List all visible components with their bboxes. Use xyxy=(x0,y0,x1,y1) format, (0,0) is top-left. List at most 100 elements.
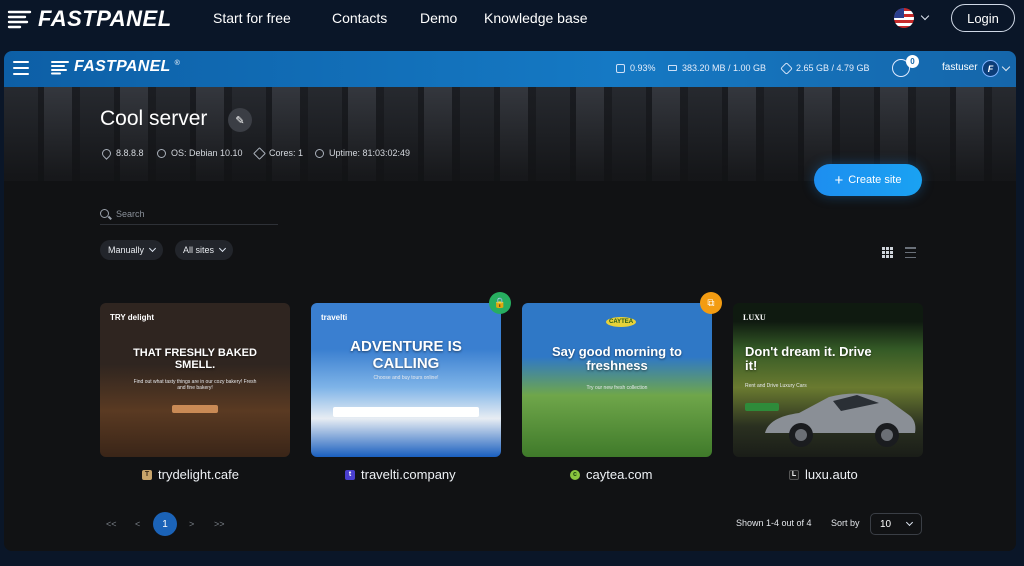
list-view-icon[interactable] xyxy=(905,247,916,258)
card-search-form xyxy=(333,407,479,417)
notification-count: 0 xyxy=(906,55,919,68)
us-flag-icon xyxy=(894,8,914,28)
copy-icon: ⧉ xyxy=(707,297,715,309)
lock-icon: 🔒 xyxy=(493,297,507,309)
username[interactable]: fastuser xyxy=(942,62,978,73)
card-headline: THAT FRESHLY BAKED SMELL. xyxy=(133,347,257,372)
site-favicon: T xyxy=(142,469,152,480)
card-cta-button xyxy=(172,405,218,413)
car-image xyxy=(765,393,916,447)
sort-mode-dropdown[interactable]: Manually xyxy=(100,240,164,260)
search-input[interactable] xyxy=(116,208,256,219)
site-favicon: t xyxy=(345,469,355,480)
server-uptime-value: Uptime: 81:03:02:49 xyxy=(329,148,411,158)
card-headline: Say good morning to freshness xyxy=(552,344,682,374)
server-os-value: OS: Debian 10.10 xyxy=(171,148,243,158)
prev-page-button[interactable]: < xyxy=(135,519,140,529)
site-scope-value: All sites xyxy=(183,245,215,255)
cpu-icon xyxy=(616,63,625,73)
panel-logo-text: FASTPANEL xyxy=(74,58,171,75)
edit-server-name-button[interactable]: ✎ xyxy=(228,108,252,132)
site-domain: luxu.auto xyxy=(805,467,858,482)
server-ip: 8.8.8.8 xyxy=(100,146,144,160)
card-brand: travelti xyxy=(321,313,348,322)
site-link-luxu[interactable]: L luxu.auto xyxy=(789,467,858,482)
notifications-button[interactable]: 0 xyxy=(892,55,919,79)
server-cores: Cores: 1 xyxy=(253,146,304,160)
last-page-button[interactable]: >> xyxy=(214,519,225,529)
site-header: FASTPANEL Start for free Contacts Demo K… xyxy=(0,0,1024,38)
create-site-label: Create site xyxy=(848,174,902,186)
card-headline: ADVENTURE IS CALLING xyxy=(350,338,462,372)
panel-window: FASTPANEL ® 0.93% 383.20 MB / 1.00 GB 2.… xyxy=(4,51,1016,551)
card-subtitle: Choose and buy tours online! xyxy=(373,375,439,381)
avatar[interactable]: F xyxy=(982,60,999,77)
card-subtitle: Find out what tasty things are in our co… xyxy=(133,379,257,391)
site-domain: caytea.com xyxy=(586,467,653,482)
clock-icon xyxy=(315,148,324,158)
site-favicon: L xyxy=(789,469,799,480)
sort-mode-value: Manually xyxy=(108,245,145,255)
grid-view-icon[interactable] xyxy=(882,247,893,258)
card-brand: CAYTEA xyxy=(606,317,637,327)
cpu-value: 0.93% xyxy=(630,63,656,73)
per-page-select[interactable]: 10 xyxy=(870,513,922,535)
chevron-down-icon[interactable] xyxy=(1001,62,1011,72)
pencil-icon: ✎ xyxy=(235,114,245,127)
server-uptime: Uptime: 81:03:02:49 xyxy=(315,148,410,158)
page-title: Cool server xyxy=(100,107,208,130)
results-count: Shown 1-4 out of 4 xyxy=(736,518,812,528)
site-link-trydelight[interactable]: T trydelight.cafe xyxy=(142,467,239,482)
language-selector[interactable] xyxy=(894,8,930,28)
card-brand: LUXU xyxy=(743,313,766,322)
ssl-lock-badge[interactable]: 🔒 xyxy=(489,292,511,314)
server-os: OS: Debian 10.10 xyxy=(157,148,243,158)
site-logo-text: FASTPANEL xyxy=(38,6,172,31)
card-brand: TRY delight xyxy=(110,313,154,322)
registered-mark: ® xyxy=(174,59,180,67)
create-site-button[interactable]: + Create site xyxy=(814,164,922,196)
site-domain: travelti.company xyxy=(361,467,456,482)
first-page-button[interactable]: << xyxy=(106,519,117,529)
disk-value: 2.65 GB / 4.79 GB xyxy=(796,63,870,73)
memory-value: 383.20 MB / 1.00 GB xyxy=(682,63,767,73)
nav-knowledge-base[interactable]: Knowledge base xyxy=(484,10,588,26)
per-page-value: 10 xyxy=(880,518,892,530)
nav-start-for-free[interactable]: Start for free xyxy=(213,10,291,26)
chevron-down-icon xyxy=(148,244,157,253)
os-icon xyxy=(157,148,166,158)
disk-stat: 2.65 GB / 4.79 GB xyxy=(780,61,870,75)
cores-icon xyxy=(253,146,266,160)
sort-by-label: Sort by xyxy=(831,518,860,528)
copy-badge[interactable]: ⧉ xyxy=(700,292,722,314)
panel-topbar: FASTPANEL ® 0.93% 383.20 MB / 1.00 GB 2.… xyxy=(4,51,1016,87)
card-subtitle: Try our new fresh collection xyxy=(586,385,648,391)
site-scope-dropdown[interactable]: All sites xyxy=(175,240,234,260)
memory-icon xyxy=(668,65,677,71)
memory-stat: 383.20 MB / 1.00 GB xyxy=(668,63,766,73)
chevron-down-icon xyxy=(905,518,914,527)
panel-logo[interactable]: FASTPANEL ® xyxy=(50,58,180,76)
site-link-caytea[interactable]: c caytea.com xyxy=(570,467,652,482)
site-card-caytea[interactable]: CAYTEA Say good morning to freshness Try… xyxy=(522,303,712,457)
site-card-luxu[interactable]: LUXU Don't dream it. Drive it! Rent and … xyxy=(733,303,923,457)
chevron-down-icon xyxy=(218,244,227,253)
site-card-trydelight[interactable]: TRY delight THAT FRESHLY BAKED SMELL. Fi… xyxy=(100,303,290,457)
login-button[interactable]: Login xyxy=(951,4,1015,32)
site-link-travelti[interactable]: t travelti.company xyxy=(345,467,456,482)
server-ip-value: 8.8.8.8 xyxy=(116,148,144,158)
menu-icon[interactable] xyxy=(13,61,29,75)
nav-contacts[interactable]: Contacts xyxy=(332,10,387,26)
site-card-travelti[interactable]: travelti ADVENTURE IS CALLING Choose and… xyxy=(311,303,501,457)
fastpanel-logo-icon xyxy=(7,10,32,29)
nav-demo[interactable]: Demo xyxy=(420,10,457,26)
page-1-button[interactable]: 1 xyxy=(153,512,177,536)
search-bar[interactable] xyxy=(100,203,278,225)
site-logo[interactable]: FASTPANEL xyxy=(6,6,172,32)
card-headline: Don't dream it. Drive it! xyxy=(745,344,872,374)
site-favicon: c xyxy=(570,469,580,480)
next-page-button[interactable]: > xyxy=(189,519,194,529)
chevron-down-icon xyxy=(920,11,930,21)
location-pin-icon xyxy=(100,146,113,160)
server-cores-value: Cores: 1 xyxy=(269,148,304,158)
